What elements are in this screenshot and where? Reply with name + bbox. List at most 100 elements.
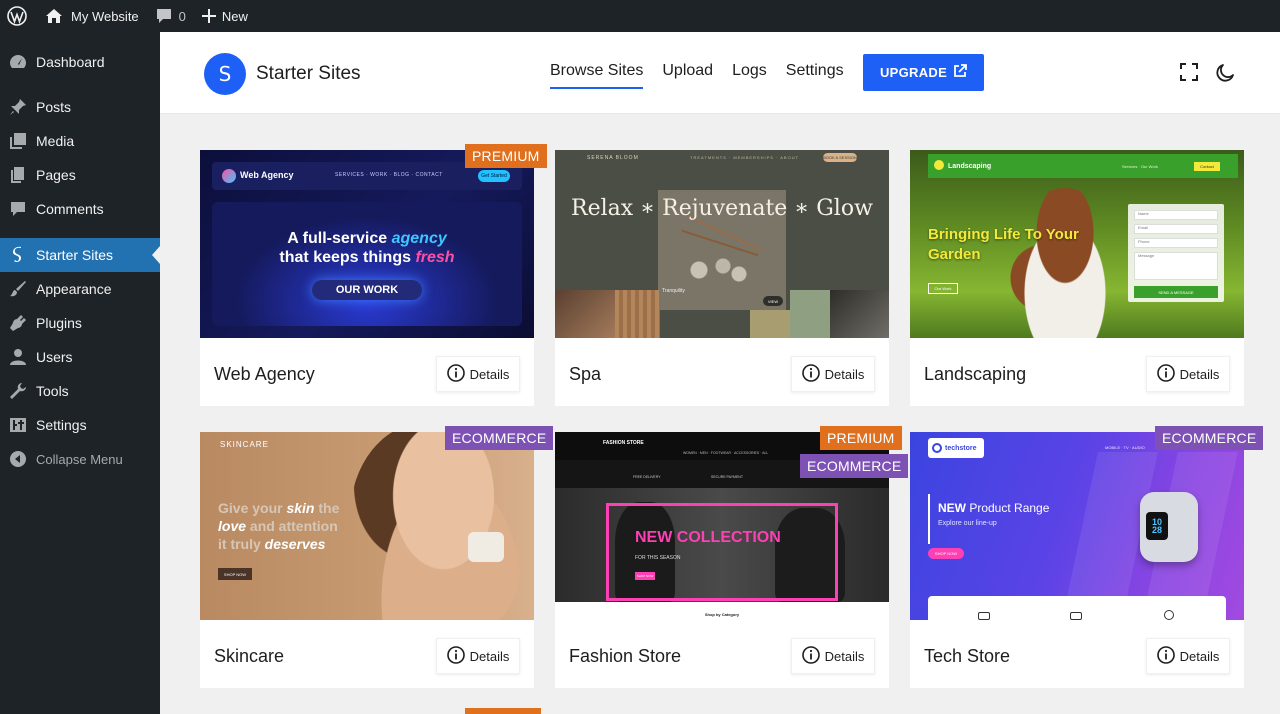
sidebar-item-label: Settings bbox=[36, 417, 87, 433]
upgrade-button[interactable]: UPGRADE bbox=[863, 54, 984, 91]
site-card-skincare[interactable]: SKINCARE Give your skin the love and att… bbox=[200, 426, 554, 688]
premium-badge: PREMIUM bbox=[820, 426, 902, 450]
thumb-brand: FASHION STORE bbox=[603, 440, 644, 446]
thumb-headline-b: agency bbox=[391, 230, 447, 247]
thumb-brand: techstore bbox=[945, 444, 977, 452]
sidebar-item-label: Media bbox=[36, 133, 75, 149]
user-icon bbox=[0, 348, 36, 366]
thumb-headline-b: Product Range bbox=[966, 501, 1050, 515]
thumbnail-tech-store[interactable]: techstore MOBILE · TV · AUDIO NEW Produc… bbox=[910, 432, 1244, 620]
new-content-link[interactable]: New bbox=[194, 0, 256, 32]
thumb-button: Our Work bbox=[928, 283, 958, 294]
sidebar-item-label: Users bbox=[36, 349, 73, 365]
sidebar-item-label: Starter Sites bbox=[36, 247, 114, 263]
info-icon bbox=[801, 363, 820, 385]
site-card-fashion-store[interactable]: FASHION STORE WOMEN · MEN · FOOTWEAR · A… bbox=[555, 426, 909, 688]
thumbnail-web-agency[interactable]: Web Agency SERVICES · WORK · BLOG · CONT… bbox=[200, 150, 534, 338]
thumb-footer: Shop by Category bbox=[704, 612, 740, 617]
details-label: Details bbox=[824, 366, 865, 382]
sidebar-item-label: Appearance bbox=[36, 281, 112, 297]
admin-sidebar: Dashboard Posts Media Pages Comments Sta… bbox=[0, 32, 160, 714]
media-icon bbox=[0, 132, 36, 150]
thumb-button: SHOP NOW bbox=[635, 572, 655, 580]
wrench-icon bbox=[0, 382, 36, 400]
premium-badge: PREMIUM bbox=[465, 144, 547, 168]
sidebar-item-comments[interactable]: Comments bbox=[0, 192, 160, 226]
new-label: New bbox=[221, 8, 248, 24]
plugin-header: S Starter Sites Browse Sites Upload Logs… bbox=[160, 32, 1280, 114]
collapse-menu-button[interactable]: Collapse Menu bbox=[0, 442, 160, 476]
wordpress-logo-icon[interactable] bbox=[0, 0, 37, 32]
site-card-spa[interactable]: SERENA BLOOM TREATMENTS · MEMBERSHIPS · … bbox=[555, 150, 889, 406]
thumb-caption-button: VIEW bbox=[763, 296, 783, 306]
details-button[interactable]: Details bbox=[791, 356, 875, 392]
sidebar-item-pages[interactable]: Pages bbox=[0, 158, 160, 192]
thumb-line-3: it truly deserves bbox=[218, 536, 325, 552]
card-title: Tech Store bbox=[924, 646, 1011, 666]
thumb-headline-line2: that keeps things fresh bbox=[200, 249, 534, 267]
comments-link[interactable]: 0 bbox=[147, 0, 194, 32]
ecommerce-badge: ECOMMERCE bbox=[445, 426, 554, 450]
thumbnail-landscaping[interactable]: Landscaping Services · Our Work Contact … bbox=[910, 150, 1244, 338]
card-title: Web Agency bbox=[214, 364, 315, 384]
upgrade-label: UPGRADE bbox=[879, 65, 948, 80]
thumb-feature: SECURE PAYMENT bbox=[711, 475, 743, 479]
thumb-headline-a: NEW bbox=[938, 501, 966, 515]
thumb-headline-line1: A full-service agency bbox=[200, 230, 534, 248]
thumb-nav: SERVICES · WORK · BLOG · CONTACT bbox=[335, 172, 443, 178]
thumbnail-skincare[interactable]: SKINCARE Give your skin the love and att… bbox=[200, 432, 534, 620]
tab-upload[interactable]: Upload bbox=[662, 62, 713, 89]
sidebar-item-starter-sites[interactable]: Starter Sites bbox=[0, 238, 160, 272]
sidebar-item-media[interactable]: Media bbox=[0, 124, 160, 158]
thumb-brand: SERENA BLOOM bbox=[587, 155, 639, 161]
details-button[interactable]: Details bbox=[791, 638, 875, 674]
thumb-headline-c: that keeps things bbox=[279, 249, 411, 266]
card-title: Skincare bbox=[214, 646, 285, 666]
sidebar-item-label: Comments bbox=[36, 201, 104, 217]
thumb-nav: MOBILE · TV · AUDIO bbox=[1105, 445, 1145, 450]
thumb-nav: Services · Our Work bbox=[1122, 164, 1158, 169]
thumb-logo: techstore bbox=[928, 438, 984, 458]
details-button[interactable]: Details bbox=[1146, 356, 1230, 392]
sidebar-item-label: Dashboard bbox=[36, 54, 105, 70]
thumb-line-2: love and attention bbox=[218, 518, 338, 534]
collapse-menu-label: Collapse Menu bbox=[36, 451, 123, 467]
thumb-line-1b: skin bbox=[286, 500, 315, 516]
sidebar-item-dashboard[interactable]: Dashboard bbox=[0, 45, 160, 79]
details-button[interactable]: Details bbox=[1146, 638, 1230, 674]
sidebar-item-users[interactable]: Users bbox=[0, 340, 160, 374]
site-card-landscaping[interactable]: Landscaping Services · Our Work Contact … bbox=[910, 150, 1244, 406]
tab-logs[interactable]: Logs bbox=[732, 62, 767, 89]
thumb-sub: FOR THIS SEASON bbox=[635, 555, 681, 561]
details-label: Details bbox=[1179, 648, 1220, 664]
sidebar-item-appearance[interactable]: Appearance bbox=[0, 272, 160, 306]
sidebar-item-label: Posts bbox=[36, 99, 72, 115]
form-button: SEND A MESSAGE bbox=[1134, 286, 1218, 298]
form-field: Phone bbox=[1134, 238, 1218, 248]
tab-browse-sites[interactable]: Browse Sites bbox=[550, 62, 644, 89]
site-card-tech-store[interactable]: techstore MOBILE · TV · AUDIO NEW Produc… bbox=[910, 426, 1264, 688]
fullscreen-icon[interactable] bbox=[1180, 63, 1198, 86]
tab-settings[interactable]: Settings bbox=[786, 62, 844, 89]
pin-icon bbox=[0, 98, 36, 116]
card-title: Landscaping bbox=[924, 364, 1027, 384]
next-row-badge-edge bbox=[465, 708, 541, 714]
admin-bar: My Website 0 New bbox=[0, 0, 1280, 32]
thumbnail-spa[interactable]: SERENA BLOOM TREATMENTS · MEMBERSHIPS · … bbox=[555, 150, 889, 338]
details-button[interactable]: Details bbox=[436, 356, 520, 392]
sidebar-item-tools[interactable]: Tools bbox=[0, 374, 160, 408]
brush-icon bbox=[0, 280, 36, 298]
sidebar-item-posts[interactable]: Posts bbox=[0, 90, 160, 124]
home-icon bbox=[45, 8, 63, 24]
sidebar-item-plugins[interactable]: Plugins bbox=[0, 306, 160, 340]
ecommerce-badge: ECOMMERCE bbox=[800, 454, 909, 478]
info-icon bbox=[1156, 363, 1175, 385]
site-card-web-agency[interactable]: Web Agency SERVICES · WORK · BLOG · CONT… bbox=[200, 144, 547, 406]
thumb-brand: SKINCARE bbox=[220, 440, 269, 449]
dark-mode-moon-icon[interactable] bbox=[1215, 63, 1235, 88]
site-name-link[interactable]: My Website bbox=[37, 0, 147, 32]
sidebar-item-settings[interactable]: Settings bbox=[0, 408, 160, 442]
ecommerce-badge: ECOMMERCE bbox=[1155, 426, 1264, 450]
sidebar-item-label: Pages bbox=[36, 167, 76, 183]
details-button[interactable]: Details bbox=[436, 638, 520, 674]
